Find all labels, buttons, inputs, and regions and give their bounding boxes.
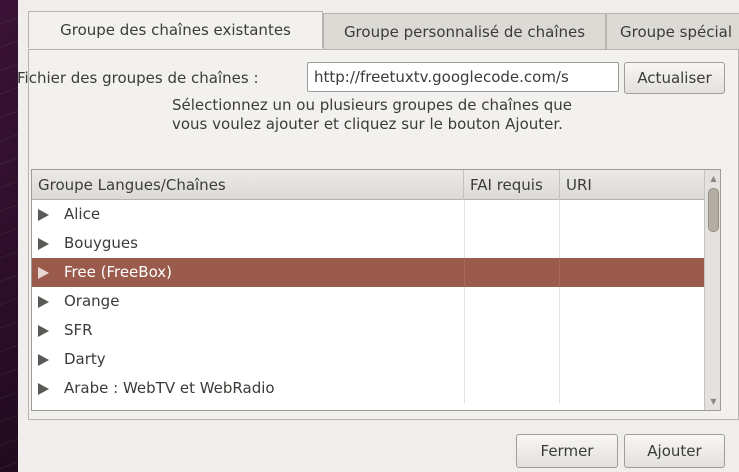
help-text: Sélectionnez un ou plusieurs groupes de … — [172, 96, 572, 133]
scroll-up-arrow-icon[interactable]: ▲ — [705, 170, 720, 187]
column-header-isp-required[interactable]: FAI requis — [464, 170, 560, 200]
expand-arrow-icon[interactable] — [38, 267, 49, 279]
tab-bar: Groupe des chaînes existantes Groupe per… — [18, 11, 739, 49]
expand-arrow-icon[interactable] — [38, 296, 49, 308]
tab-custom-group[interactable]: Groupe personnalisé de chaînes — [323, 13, 606, 49]
tab-special-group[interactable]: Groupe spécial — [606, 13, 739, 49]
tree-row-label: Free (FreeBox) — [64, 263, 173, 281]
file-label: Fichier des groupes de chaînes : — [17, 69, 259, 87]
tree-row[interactable]: SFR — [32, 316, 704, 345]
add-button[interactable]: Ajouter — [624, 434, 725, 468]
expand-arrow-icon[interactable] — [38, 325, 49, 337]
column-header-group[interactable]: Groupe Langues/Chaînes — [32, 170, 464, 200]
tree-row[interactable]: Darty — [32, 345, 704, 374]
tree-row[interactable]: Alice — [32, 200, 704, 229]
column-header-uri[interactable]: URI — [560, 170, 704, 200]
tree-row[interactable]: Arabe : WebTV et WebRadio — [32, 374, 704, 403]
tree-row-selected[interactable]: Free (FreeBox) — [32, 258, 704, 287]
tree-row-label: Alice — [64, 205, 101, 223]
tree-row-label: Orange — [64, 292, 120, 310]
refresh-button[interactable]: Actualiser — [624, 62, 725, 94]
tree-rows: Alice Bouygues Free (FreeBox) Orange SFR… — [32, 200, 704, 403]
expand-arrow-icon[interactable] — [38, 354, 49, 366]
expand-arrow-icon[interactable] — [38, 209, 49, 221]
close-button[interactable]: Fermer — [516, 434, 618, 468]
tree-row-label: Arabe : WebTV et WebRadio — [64, 379, 275, 397]
channel-groups-tree: Groupe Langues/Chaînes FAI requis URI Al… — [31, 169, 721, 411]
tab-existing-groups[interactable]: Groupe des chaînes existantes — [28, 11, 323, 48]
file-url-input[interactable] — [307, 62, 619, 92]
scroll-down-arrow-icon[interactable]: ▼ — [705, 393, 720, 410]
expand-arrow-icon[interactable] — [38, 238, 49, 250]
tree-header: Groupe Langues/Chaînes FAI requis URI — [32, 170, 704, 200]
tree-row[interactable]: Bouygues — [32, 229, 704, 258]
tree-row-label: Darty — [64, 350, 106, 368]
tree-row-label: SFR — [64, 321, 93, 339]
tree-row-label: Bouygues — [64, 234, 138, 252]
vertical-scrollbar[interactable]: ▲ ▼ — [704, 170, 720, 410]
tree-row[interactable]: Orange — [32, 287, 704, 316]
scrollbar-thumb[interactable] — [708, 188, 719, 232]
expand-arrow-icon[interactable] — [38, 383, 49, 395]
